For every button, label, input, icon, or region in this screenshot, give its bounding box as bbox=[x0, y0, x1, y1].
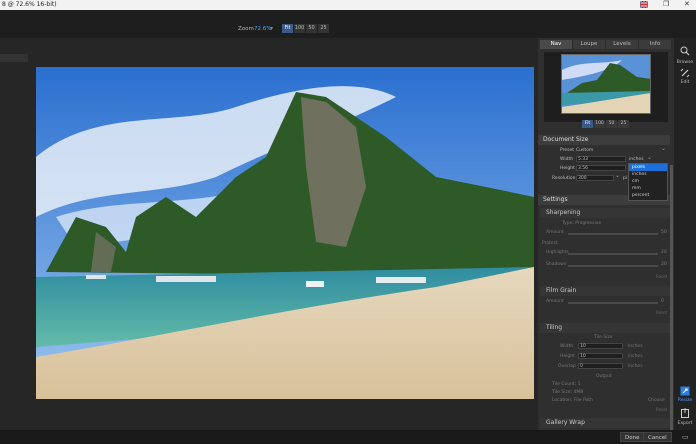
photo-preview[interactable] bbox=[36, 67, 534, 399]
tile-location: Location: File Path bbox=[552, 398, 593, 403]
option-pixels[interactable]: pixels bbox=[629, 164, 667, 171]
film-grain-header[interactable]: Film Grain bbox=[540, 286, 670, 296]
highlights-label: Highlights bbox=[546, 250, 569, 255]
grain-amount-slider[interactable] bbox=[568, 302, 658, 304]
unit-dropdown: pixels inches cm mm percent bbox=[628, 163, 668, 201]
tiling-header[interactable]: Tiling bbox=[540, 323, 670, 333]
choose-button[interactable]: Choose bbox=[648, 398, 665, 403]
thumb-50-button[interactable]: 50 bbox=[606, 120, 617, 128]
output-label: Output bbox=[596, 374, 612, 379]
panel-scrollbar[interactable] bbox=[670, 165, 673, 430]
status-bar bbox=[0, 430, 696, 444]
resolution-chevron-down-icon[interactable]: ⌄ bbox=[615, 172, 620, 179]
zoom-50-button[interactable]: 50 bbox=[306, 24, 317, 33]
close-icon[interactable]: ✕ bbox=[684, 0, 690, 8]
restore-icon[interactable]: ❐ bbox=[663, 0, 669, 8]
width-label: Width bbox=[560, 157, 574, 162]
left-strip bbox=[0, 38, 28, 434]
resolution-field[interactable]: 300 bbox=[576, 175, 614, 181]
sharpen-amount-value: 50 bbox=[661, 230, 667, 235]
resize-label[interactable]: Resize bbox=[674, 398, 696, 403]
panel-toggle-icon[interactable]: ▭ bbox=[682, 433, 689, 441]
sharpen-type[interactable]: Type: Progressive bbox=[562, 221, 601, 226]
thumb-fit-button[interactable]: Fit bbox=[582, 120, 593, 128]
zoom-label: Zoom bbox=[238, 26, 254, 32]
option-inches[interactable]: inches bbox=[629, 171, 667, 178]
resolution-unit[interactable]: pi bbox=[623, 176, 627, 181]
tab-levels[interactable]: Levels bbox=[606, 40, 639, 49]
zoom-value[interactable]: 72.6% bbox=[254, 26, 271, 32]
flag-icon bbox=[639, 0, 649, 10]
browse-label[interactable]: Browse bbox=[674, 60, 696, 65]
unit-select[interactable]: inches bbox=[629, 157, 644, 162]
zoom-25-button[interactable]: 25 bbox=[318, 24, 329, 33]
done-button[interactable]: Done bbox=[620, 432, 645, 442]
protect-label: Protect bbox=[542, 241, 558, 246]
tab-nav[interactable]: Nav bbox=[540, 40, 573, 49]
side-panel: Nav Loupe Levels Info Fit 100 50 25 Docu… bbox=[538, 38, 674, 430]
export-icon[interactable] bbox=[674, 408, 696, 421]
tile-width-label: Width bbox=[560, 344, 574, 349]
preset-value[interactable]: Custom bbox=[576, 148, 593, 153]
tile-height-unit[interactable]: inches bbox=[628, 354, 643, 359]
export-label[interactable]: Export bbox=[674, 421, 696, 426]
module-bar: Browse Edit Resize Export bbox=[674, 38, 696, 430]
tile-size-output: Tile Size: 4MB bbox=[552, 390, 584, 395]
tab-loupe[interactable]: Loupe bbox=[573, 40, 606, 49]
grain-amount-value: 0 bbox=[661, 299, 664, 304]
zoom-fit-button[interactable]: Fit bbox=[282, 24, 293, 33]
highlights-slider[interactable] bbox=[568, 253, 658, 255]
sharpening-header[interactable]: Sharpening bbox=[540, 208, 670, 218]
option-cm[interactable]: cm bbox=[629, 178, 667, 185]
tiling-reset-button[interactable]: Reset bbox=[656, 407, 667, 412]
panel-tabs: Nav Loupe Levels Info bbox=[540, 40, 672, 49]
height-field[interactable]: 3.56 bbox=[576, 165, 626, 171]
chevron-down-icon[interactable]: ▾ bbox=[270, 25, 273, 32]
sharpen-reset-button[interactable]: Reset bbox=[656, 274, 667, 279]
cancel-button[interactable]: Cancel bbox=[643, 432, 672, 442]
preset-label: Preset bbox=[560, 148, 575, 153]
browse-icon[interactable] bbox=[674, 46, 696, 59]
preset-chevron-down-icon[interactable]: ⌄ bbox=[661, 145, 666, 152]
edit-label[interactable]: Edit bbox=[674, 80, 696, 85]
grain-reset-button[interactable]: Reset bbox=[656, 310, 667, 315]
overlap-label: Overlap bbox=[558, 364, 576, 369]
thumb-25-button[interactable]: 25 bbox=[618, 120, 629, 128]
highlights-value: 20 bbox=[661, 250, 667, 255]
resolution-label: Resolution bbox=[552, 176, 576, 181]
navigator-thumbnail[interactable] bbox=[561, 54, 651, 114]
shadows-label: Shadows bbox=[546, 262, 567, 267]
shadows-slider[interactable] bbox=[568, 265, 658, 267]
toolbar bbox=[0, 10, 696, 38]
document-size-header[interactable]: Document Size bbox=[538, 135, 670, 145]
tab-info[interactable]: Info bbox=[639, 40, 672, 49]
navigator bbox=[544, 52, 668, 122]
gallery-wrap-header[interactable]: Gallery Wrap bbox=[540, 418, 670, 428]
tile-count: Tile Count: 1 bbox=[552, 382, 581, 387]
window-title: 8 @ 72.6% 16-bit) bbox=[2, 1, 57, 8]
tile-height-field[interactable]: 10 bbox=[578, 353, 623, 359]
width-field[interactable]: 5.33 bbox=[576, 156, 626, 162]
tile-height-label: Height bbox=[560, 354, 575, 359]
zoom-100-button[interactable]: 100 bbox=[294, 24, 305, 33]
tile-size-label: Tile Size bbox=[594, 335, 613, 340]
option-percent[interactable]: percent bbox=[629, 192, 667, 199]
overlap-unit[interactable]: inches bbox=[628, 364, 643, 369]
shadows-value: 20 bbox=[661, 262, 667, 267]
height-label: Height bbox=[560, 166, 575, 171]
unit-chevron-down-icon[interactable]: ⌄ bbox=[647, 154, 652, 161]
overlap-field[interactable]: 0 bbox=[578, 363, 623, 369]
title-bar: 8 @ 72.6% 16-bit) ❐ ✕ bbox=[0, 0, 696, 10]
option-mm[interactable]: mm bbox=[629, 185, 667, 192]
thumb-100-button[interactable]: 100 bbox=[594, 120, 605, 128]
sharpen-amount-label: Amount bbox=[546, 230, 564, 235]
tile-width-unit[interactable]: inches bbox=[628, 344, 643, 349]
tile-width-field[interactable]: 10 bbox=[578, 343, 623, 349]
grain-amount-label: Amount bbox=[546, 299, 564, 304]
sharpen-amount-slider[interactable] bbox=[568, 233, 658, 235]
